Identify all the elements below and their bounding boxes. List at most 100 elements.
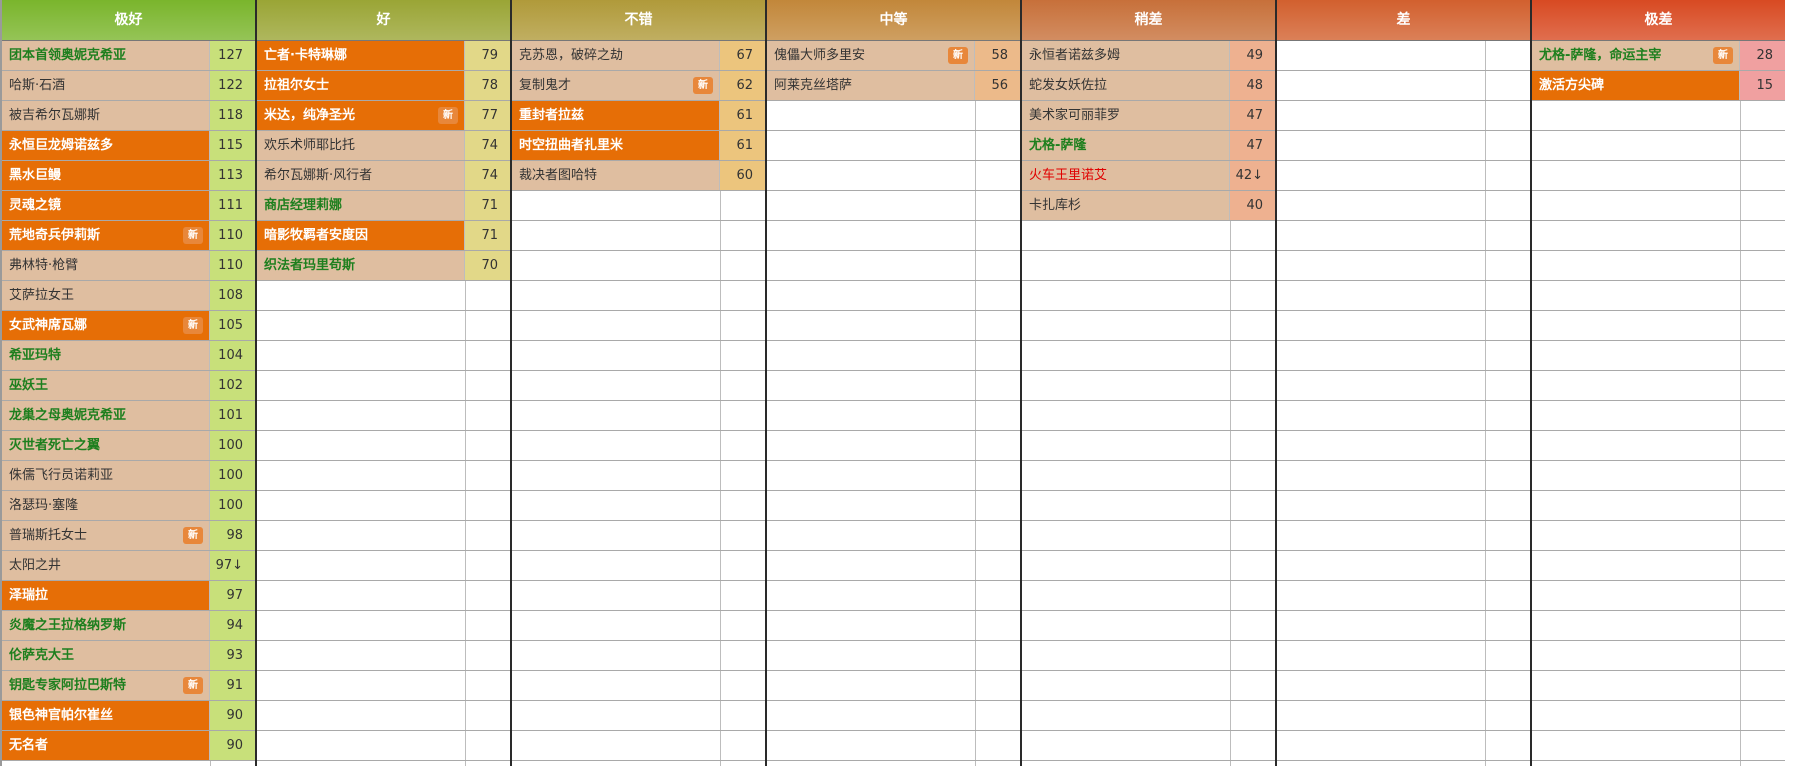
table-row[interactable]: 亡者·卡特琳娜 79 [257, 41, 510, 71]
tier-board: 极好 团本首领奥妮克希亚 127 哈斯·石酒 122 被吉希尔瓦娜斯 118 永恒巨龙姆诺兹… [0, 0, 1816, 766]
card-score: 100 [210, 491, 255, 520]
card-name: 火车王里诺艾 [1022, 161, 1230, 190]
card-name: 灭世者死亡之翼 [2, 431, 210, 460]
card-score: 97 [210, 581, 255, 610]
card-score: 94 [210, 611, 255, 640]
table-row[interactable]: 伦萨克大王 93 [2, 641, 255, 671]
table-row[interactable]: 卡扎库杉 40 [1022, 191, 1275, 221]
table-row[interactable]: 永恒巨龙姆诺兹多 115 [2, 131, 255, 161]
card-name: 织法者玛里苟斯 [257, 251, 465, 280]
table-row[interactable]: 灵魂之镜 111 [2, 191, 255, 221]
card-name: 被吉希尔瓦娜斯 [2, 101, 210, 130]
table-row[interactable]: 侏儒飞行员诺莉亚 100 [2, 461, 255, 491]
card-score: 28 [1740, 41, 1785, 70]
card-name-label: 弗林特·枪臂 [9, 258, 79, 273]
table-row[interactable]: 哈斯·石酒 122 [2, 71, 255, 101]
table-row[interactable]: 傀儡大师多里安 新 58 [767, 41, 1020, 71]
table-row[interactable]: 女武神席瓦娜 新 105 [2, 311, 255, 341]
table-row[interactable]: 美术家可丽菲罗 47 [1022, 101, 1275, 131]
card-name: 炎魔之王拉格纳罗斯 [2, 611, 210, 640]
card-name: 米达，纯净圣光 新 [257, 101, 465, 130]
table-row[interactable]: 商店经理莉娜 71 [257, 191, 510, 221]
table-row[interactable]: 米达，纯净圣光 新 77 [257, 101, 510, 131]
tier-header: 中等 [767, 0, 1020, 41]
card-score: 91 [210, 671, 255, 700]
card-name: 龙巢之母奥妮克希亚 [2, 401, 210, 430]
table-row[interactable]: 被吉希尔瓦娜斯 118 [2, 101, 255, 131]
table-row[interactable]: 激活方尖碑 15 [1532, 71, 1785, 101]
card-score: 90 [210, 731, 255, 760]
table-row[interactable]: 蛇发女妖佐拉 48 [1022, 71, 1275, 101]
table-row[interactable]: 暗影牧羁者安度因 71 [257, 221, 510, 251]
card-name-label: 裁决者图哈特 [519, 168, 598, 183]
table-row[interactable]: 拉祖尔女士 78 [257, 71, 510, 101]
card-score: 93 [210, 641, 255, 670]
table-row[interactable]: 阿莱克丝塔萨 56 [767, 71, 1020, 101]
card-name: 艾萨拉女王 [2, 281, 210, 310]
table-row[interactable]: 复制鬼才 新 62 [512, 71, 765, 101]
table-row[interactable]: 弗林特·枪臂 110 [2, 251, 255, 281]
card-name-label: 复制鬼才 [519, 78, 572, 93]
tier-header: 极好 [2, 0, 255, 41]
table-row[interactable]: 龙巢之母奥妮克希亚 101 [2, 401, 255, 431]
table-row[interactable]: 钥匙专家阿拉巴斯特 新 91 [2, 671, 255, 701]
card-score: 100 [210, 431, 255, 460]
card-name: 无名者 [2, 731, 210, 760]
card-score: 118 [210, 101, 255, 130]
table-row[interactable]: 荒地奇兵伊莉斯 新 110 [2, 221, 255, 251]
card-score: 48 [1230, 71, 1275, 100]
table-row[interactable]: 欢乐术师耶比托 74 [257, 131, 510, 161]
card-name: 重封者拉兹 [512, 101, 720, 130]
new-badge: 新 [693, 77, 713, 94]
card-score: 108 [210, 281, 255, 310]
card-score: 101 [210, 401, 255, 430]
table-row[interactable]: 裁决者图哈特 60 [512, 161, 765, 191]
new-badge: 新 [183, 677, 203, 694]
table-row[interactable]: 团本首领奥妮克希亚 127 [2, 41, 255, 71]
table-row[interactable]: 太阳之井 97↓ [2, 551, 255, 581]
tier-grid: 傀儡大师多里安 新 58 阿莱克丝塔萨 56 [767, 41, 1020, 766]
table-row[interactable]: 时空扭曲者扎里米 61 [512, 131, 765, 161]
card-score: 61 [720, 101, 765, 130]
table-row[interactable]: 希尔瓦娜斯·风行者 74 [257, 161, 510, 191]
table-row[interactable]: 无名者 90 [2, 731, 255, 761]
table-row[interactable]: 尤格-萨隆 47 [1022, 131, 1275, 161]
table-row[interactable]: 洛瑟玛·塞隆 100 [2, 491, 255, 521]
table-row[interactable]: 希亚玛特 104 [2, 341, 255, 371]
card-score: 47 [1230, 131, 1275, 160]
table-row[interactable]: 灭世者死亡之翼 100 [2, 431, 255, 461]
table-row[interactable]: 尤格-萨隆，命运主宰 新 28 [1532, 41, 1785, 71]
card-name-label: 商店经理莉娜 [264, 198, 343, 213]
card-name: 太阳之井 [2, 551, 210, 580]
card-name: 永恒巨龙姆诺兹多 [2, 131, 210, 160]
table-row[interactable]: 火车王里诺艾 42↓ [1022, 161, 1275, 191]
card-name-label: 米达，纯净圣光 [264, 108, 356, 123]
table-row[interactable]: 重封者拉兹 61 [512, 101, 765, 131]
card-name: 裁决者图哈特 [512, 161, 720, 190]
card-name: 复制鬼才 新 [512, 71, 720, 100]
card-name: 拉祖尔女士 [257, 71, 465, 100]
table-row[interactable]: 永恒者诺兹多姆 49 [1022, 41, 1275, 71]
card-name-label: 永恒者诺兹多姆 [1029, 48, 1121, 63]
table-row[interactable]: 织法者玛里苟斯 70 [257, 251, 510, 281]
card-name-label: 被吉希尔瓦娜斯 [9, 108, 101, 123]
tier-header: 极差 [1532, 0, 1785, 41]
table-row[interactable]: 银色神官帕尔崔丝 90 [2, 701, 255, 731]
card-score: 70 [465, 251, 510, 280]
card-name: 傀儡大师多里安 新 [767, 41, 975, 70]
table-row[interactable]: 炎魔之王拉格纳罗斯 94 [2, 611, 255, 641]
card-score: 113 [210, 161, 255, 190]
table-row[interactable]: 艾萨拉女王 108 [2, 281, 255, 311]
table-row[interactable]: 普瑞斯托女士 新 98 [2, 521, 255, 551]
table-row[interactable]: 泽瑞拉 97 [2, 581, 255, 611]
table-row[interactable]: 巫妖王 102 [2, 371, 255, 401]
card-name-label: 普瑞斯托女士 [9, 528, 88, 543]
table-row[interactable]: 黑水巨鳗 113 [2, 161, 255, 191]
card-score: 60 [720, 161, 765, 190]
card-score: 74 [465, 131, 510, 160]
card-name: 阿莱克丝塔萨 [767, 71, 975, 100]
card-score: 90 [210, 701, 255, 730]
card-score: 97↓ [210, 551, 255, 580]
table-row[interactable]: 克苏恩，破碎之劫 67 [512, 41, 765, 71]
card-name: 普瑞斯托女士 新 [2, 521, 210, 550]
